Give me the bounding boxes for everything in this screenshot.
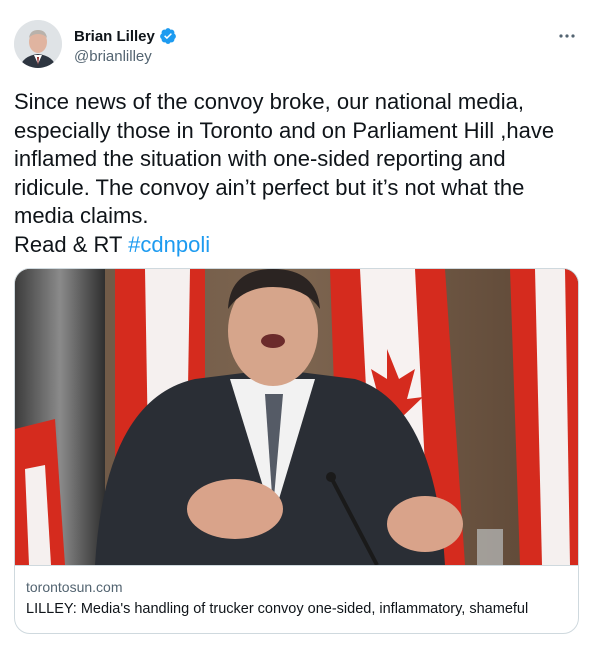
avatar[interactable] (14, 20, 62, 68)
card-domain: torontosun.com (26, 579, 123, 595)
card-title[interactable]: LILLEY: Media's handling of trucker conv… (26, 601, 567, 617)
card-image[interactable] (15, 269, 578, 566)
author-handle[interactable]: @brianlilley (74, 48, 177, 65)
author-name[interactable]: Brian Lilley (74, 28, 155, 45)
tweet: Brian Lilley @brianlilley Since news of … (0, 0, 593, 647)
tweet-text: Since news of the convoy broke, our nati… (14, 88, 579, 259)
tweet-text-main: Since news of the convoy broke, our nati… (14, 89, 555, 257)
author-name-row: Brian Lilley (74, 27, 177, 45)
card-meta: torontosun.com LILLEY: Media's handling … (15, 565, 578, 633)
card-photo (15, 269, 578, 566)
hashtag-link[interactable]: #cdnpoli (128, 232, 210, 257)
avatar-image (14, 20, 62, 68)
link-card[interactable]: torontosun.com LILLEY: Media's handling … (14, 268, 579, 634)
verified-badge-icon (159, 27, 177, 45)
tweet-header: Brian Lilley @brianlilley (14, 18, 579, 72)
more-options-icon[interactable] (555, 26, 579, 46)
author-block: Brian Lilley @brianlilley (74, 27, 177, 65)
